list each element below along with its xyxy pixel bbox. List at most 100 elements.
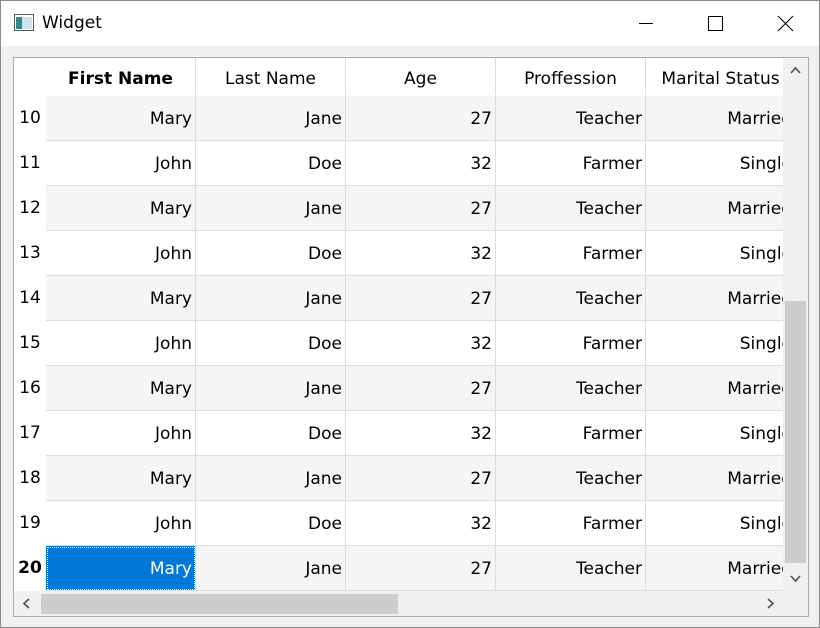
table-row[interactable]: JohnDoe32FarmerSingle	[46, 321, 783, 366]
row-header-cell[interactable]: 17	[14, 411, 46, 456]
table-cell-first-name[interactable]: Mary	[46, 96, 196, 141]
column-header-profession[interactable]: Proffession	[496, 58, 646, 95]
table-row[interactable]: JohnDoe32FarmerSingle	[46, 411, 783, 456]
table-cell-age[interactable]: 27	[346, 456, 496, 501]
table-cell-last-name[interactable]: Doe	[196, 321, 346, 366]
row-header-cell[interactable]: 15	[14, 321, 46, 366]
table-row[interactable]: MaryJane27TeacherMarried	[46, 186, 783, 231]
vertical-scrollbar[interactable]	[783, 58, 808, 591]
row-header-cell[interactable]: 14	[14, 276, 46, 321]
table-cell-first-name[interactable]: John	[46, 411, 196, 456]
table-cell-last-name[interactable]: Jane	[196, 546, 346, 591]
table-cell-age[interactable]: 27	[346, 96, 496, 141]
row-header: 10 11 12 13 14 15 16 17 18 19 20	[14, 96, 46, 591]
scroll-right-button[interactable]	[758, 591, 783, 616]
table-cell-first-name[interactable]: Mary	[46, 186, 196, 231]
table-cell-marital-status[interactable]: Single	[646, 231, 783, 276]
table-row[interactable]: MaryJane27TeacherMarried	[46, 96, 783, 141]
table-cell-marital-status[interactable]: Single	[646, 411, 783, 456]
table-cell-age[interactable]: 27	[346, 276, 496, 321]
scroll-left-button[interactable]	[14, 591, 39, 616]
table-cell-profession[interactable]: Farmer	[496, 141, 646, 186]
vertical-scroll-thumb[interactable]	[785, 301, 806, 563]
table-cell-age[interactable]: 32	[346, 321, 496, 366]
table-cell-profession[interactable]: Teacher	[496, 546, 646, 591]
table-cell-last-name[interactable]: Jane	[196, 96, 346, 141]
table-row[interactable]: MaryJane27TeacherMarried	[46, 366, 783, 411]
row-header-cell[interactable]: 13	[14, 231, 46, 276]
table-cell-first-name[interactable]: Mary	[46, 276, 196, 321]
table-cell-age[interactable]: 32	[346, 141, 496, 186]
column-header-age[interactable]: Age	[346, 58, 496, 95]
table-cell-profession[interactable]: Teacher	[496, 366, 646, 411]
table-cell-marital-status[interactable]: Single	[646, 141, 783, 186]
row-header-cell[interactable]: 20	[14, 546, 46, 591]
table-corner-button[interactable]	[14, 58, 46, 96]
table-row[interactable]: MaryJane27TeacherMarried	[46, 546, 783, 591]
table-row[interactable]: MaryJane27TeacherMarried	[46, 456, 783, 501]
table-cell-marital-status[interactable]: Single	[646, 321, 783, 366]
table-row[interactable]: JohnDoe32FarmerSingle	[46, 141, 783, 186]
column-header-marital-status[interactable]: Marital Status	[646, 58, 783, 95]
table-cell-last-name[interactable]: Jane	[196, 276, 346, 321]
maximize-button[interactable]	[691, 1, 737, 46]
table-cell-first-name[interactable]: John	[46, 231, 196, 276]
table-cell-last-name[interactable]: Doe	[196, 501, 346, 546]
table-cell-profession[interactable]: Farmer	[496, 411, 646, 456]
maximize-icon	[708, 16, 723, 31]
table-cell-age[interactable]: 32	[346, 411, 496, 456]
table-cell-marital-status[interactable]: Single	[646, 501, 783, 546]
horizontal-scrollbar[interactable]	[14, 591, 783, 616]
chevron-up-icon	[790, 66, 801, 74]
row-header-cell[interactable]: 16	[14, 366, 46, 411]
horizontal-scroll-thumb[interactable]	[41, 594, 398, 614]
row-header-cell[interactable]: 19	[14, 501, 46, 546]
table-cell-profession[interactable]: Teacher	[496, 186, 646, 231]
table-view[interactable]: First Name Last Name Age Proffession Mar…	[13, 57, 809, 617]
table-cell-last-name[interactable]: Doe	[196, 411, 346, 456]
table-cell-age[interactable]: 27	[346, 186, 496, 231]
scroll-down-button[interactable]	[783, 566, 808, 591]
table-cell-last-name[interactable]: Doe	[196, 141, 346, 186]
column-header: First Name Last Name Age Proffession Mar…	[46, 58, 783, 96]
table-cell-last-name[interactable]: Jane	[196, 186, 346, 231]
table-cell-marital-status[interactable]: Married	[646, 186, 783, 231]
table-cell-last-name[interactable]: Jane	[196, 456, 346, 501]
table-cell-last-name[interactable]: Doe	[196, 231, 346, 276]
table-row[interactable]: JohnDoe32FarmerSingle	[46, 501, 783, 546]
table-cell-first-name[interactable]: John	[46, 501, 196, 546]
row-header-cell[interactable]: 11	[14, 141, 46, 186]
table-row[interactable]: MaryJane27TeacherMarried	[46, 276, 783, 321]
table-cell-marital-status[interactable]: Married	[646, 456, 783, 501]
table-cell-profession[interactable]: Farmer	[496, 231, 646, 276]
table-cell-profession[interactable]: Teacher	[496, 96, 646, 141]
table-cell-age[interactable]: 32	[346, 231, 496, 276]
table-cell-marital-status[interactable]: Married	[646, 96, 783, 141]
table-cell-profession[interactable]: Teacher	[496, 456, 646, 501]
table-row[interactable]: JohnDoe32FarmerSingle	[46, 231, 783, 276]
row-header-cell[interactable]: 12	[14, 186, 46, 231]
table-cell-first-name[interactable]: Mary	[46, 366, 196, 411]
table-cell-first-name[interactable]: Mary	[46, 456, 196, 501]
table-cell-marital-status[interactable]: Married	[646, 366, 783, 411]
table-cell-profession[interactable]: Farmer	[496, 321, 646, 366]
table-cell-first-name[interactable]: John	[46, 321, 196, 366]
table-cell-age[interactable]: 32	[346, 501, 496, 546]
scroll-up-button[interactable]	[783, 58, 808, 83]
table-cell-marital-status[interactable]: Married	[646, 276, 783, 321]
table-cell-profession[interactable]: Farmer	[496, 501, 646, 546]
table-cell-first-name[interactable]: Mary	[46, 546, 196, 591]
table-cell-last-name[interactable]: Jane	[196, 366, 346, 411]
column-header-last-name[interactable]: Last Name	[196, 58, 346, 95]
column-header-first-name[interactable]: First Name	[46, 58, 196, 95]
row-header-cell[interactable]: 10	[14, 96, 46, 141]
table-cell-age[interactable]: 27	[346, 546, 496, 591]
table-cell-profession[interactable]: Teacher	[496, 276, 646, 321]
close-button[interactable]	[761, 1, 807, 46]
row-header-cell[interactable]: 18	[14, 456, 46, 501]
table-cell-marital-status[interactable]: Married	[646, 546, 783, 591]
table-cell-age[interactable]: 27	[346, 366, 496, 411]
minimize-button[interactable]	[621, 1, 667, 46]
chevron-left-icon	[22, 598, 30, 609]
table-cell-first-name[interactable]: John	[46, 141, 196, 186]
